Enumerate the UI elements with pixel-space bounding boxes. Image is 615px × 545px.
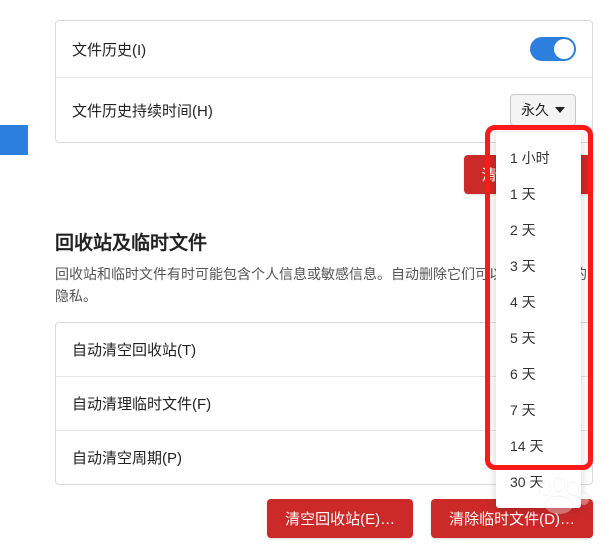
auto-period-label: 自动清空周期(P) (72, 447, 182, 468)
file-history-panel: 文件历史(I) 文件历史持续时间(H) 永久 (55, 20, 593, 143)
auto-empty-trash-label: 自动清空回收站(T) (72, 339, 196, 360)
file-history-row: 文件历史(I) (56, 21, 592, 77)
dropdown-item[interactable]: 6 天 (496, 356, 581, 392)
duration-select-value: 永久 (521, 100, 549, 120)
dropdown-item[interactable]: 14 天 (496, 428, 581, 464)
auto-clear-temp-label: 自动清理临时文件(F) (72, 393, 211, 414)
dropdown-item[interactable]: 4 天 (496, 284, 581, 320)
dropdown-item[interactable]: 3 天 (496, 248, 581, 284)
duration-select[interactable]: 永久 (510, 94, 576, 126)
duration-dropdown: 1 小时 1 天 2 天 3 天 4 天 5 天 6 天 7 天 14 天 30… (496, 132, 581, 508)
dropdown-item[interactable]: 30 天 (496, 464, 581, 500)
dropdown-item[interactable]: 1 小时 (496, 140, 581, 176)
dropdown-item[interactable]: 2 天 (496, 212, 581, 248)
dropdown-item[interactable]: 7 天 (496, 392, 581, 428)
dropdown-item[interactable]: 1 天 (496, 176, 581, 212)
dropdown-item[interactable]: 5 天 (496, 320, 581, 356)
file-history-toggle[interactable] (530, 37, 576, 61)
sidebar-active-indicator (0, 125, 28, 155)
file-history-duration-label: 文件历史持续时间(H) (72, 100, 213, 121)
file-history-label: 文件历史(I) (72, 39, 146, 60)
chevron-down-icon (555, 107, 565, 113)
empty-trash-button[interactable]: 清空回收站(E)… (267, 499, 413, 538)
